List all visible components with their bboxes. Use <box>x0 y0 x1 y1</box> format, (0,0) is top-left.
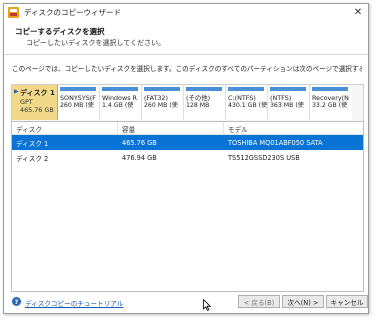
column-header-capacity[interactable]: 容量 <box>118 122 224 134</box>
table-row[interactable]: ディスク 1 465.76 GB TOSHIBA MQ01ABF050 SATA <box>12 135 363 150</box>
help-icon[interactable]: ? <box>12 297 21 306</box>
row-model: TOSHIBA MQ01ABF050 SATA <box>228 138 323 147</box>
row-model: TS512GSSD230S USB <box>228 153 300 162</box>
partition-size: 260 MB (使 <box>144 102 178 109</box>
back-button[interactable]: < 戻る(B) <box>238 295 280 308</box>
partition-size: 33.2 GB (使 <box>312 102 348 109</box>
cancel-button[interactable]: キャンセル <box>326 295 368 308</box>
wizard-footer: ? ディスクコピーのチュートリアル < 戻る(B) 次へ(N) > キャンセル <box>4 290 368 313</box>
partition-name: Recovery(N <box>312 94 349 102</box>
partition-size: 1.4 GB (使 <box>102 102 134 109</box>
disk-map-name: ディスク 1 <box>20 89 55 97</box>
page-subtitle: コピーしたいディスクを選択してください。 <box>26 39 166 47</box>
window-title: ディスクのコピーウィザード <box>24 8 121 17</box>
partition-name: Windows R <box>102 94 137 102</box>
partition-size: 260 MB (使 <box>60 102 94 109</box>
partition-usage-bar <box>60 87 96 91</box>
partition-block[interactable]: (その他) 128 MB <box>184 85 226 120</box>
partition-name: (その他) <box>186 94 211 102</box>
page-description: このページでは、コピーしたいディスクを選択します。このディスクのすべてのパーティ… <box>12 65 362 73</box>
mouse-cursor-icon <box>203 299 211 311</box>
wizard-window: ディスクのコピーウィザード ✕ コピーするディスクを選択 コピーしたいディスクを… <box>3 3 369 314</box>
partition-block[interactable]: (FAT32) 260 MB (使 <box>142 85 184 120</box>
app-icon <box>8 7 19 18</box>
row-disk: ディスク 1 <box>16 139 49 148</box>
disk-table: ディスク 容量 モデル ディスク 1 465.76 GB TOSHIBA MQ0… <box>11 121 364 292</box>
partition-size: 430.1 GB (使 <box>228 102 268 109</box>
table-row[interactable]: ディスク 2 476.94 GB TS512GSSD230S USB <box>12 150 363 165</box>
column-header-model[interactable]: モデル <box>224 122 363 134</box>
partition-block[interactable]: SONYSYS(F 260 MB (使 <box>58 85 100 120</box>
partition-block[interactable]: Windows R 1.4 GB (使 <box>100 85 142 120</box>
next-button[interactable]: 次へ(N) > <box>282 295 324 308</box>
partition-usage-bar <box>102 87 138 91</box>
row-capacity: 476.94 GB <box>122 153 157 162</box>
disk-arrow-icon: ▶ <box>14 88 19 95</box>
partition-usage-bar <box>228 87 264 91</box>
wizard-header: コピーするディスクを選択 コピーしたいディスクを選択してください。 <box>4 21 368 55</box>
disk-partition-map: ▶ ディスク 1 GPT 465.76 GB SONYSYS(F 260 MB … <box>11 84 364 123</box>
disk-map-type: GPT <box>20 98 33 106</box>
partition-block[interactable]: C:(NTFS) 430.1 GB (使 <box>226 85 268 120</box>
tutorial-link[interactable]: ディスクコピーのチュートリアル <box>25 298 123 308</box>
partition-usage-bar <box>270 87 306 91</box>
close-button[interactable]: ✕ <box>351 6 365 19</box>
disk-map-label[interactable]: ▶ ディスク 1 GPT 465.76 GB <box>12 85 58 120</box>
partition-name: (NTFS) <box>270 94 292 102</box>
title-bar: ディスクのコピーウィザード ✕ <box>4 4 368 21</box>
partition-name: C:(NTFS) <box>228 94 256 102</box>
partition-name: SONYSYS(F <box>60 94 96 102</box>
column-header-disk[interactable]: ディスク <box>12 122 118 134</box>
page-title: コピーするディスクを選択 <box>15 27 105 36</box>
partition-name: (FAT32) <box>144 94 168 102</box>
partition-usage-bar <box>186 87 222 91</box>
partition-size: 363 MB (使 <box>270 102 304 109</box>
partition-block[interactable]: (NTFS) 363 MB (使 <box>268 85 310 120</box>
row-disk: ディスク 2 <box>16 154 49 163</box>
partition-block[interactable]: Recovery(N 33.2 GB (使 <box>310 85 352 120</box>
close-icon: ✕ <box>353 7 363 18</box>
disk-map-size: 465.76 GB <box>20 106 54 114</box>
partition-size: 128 MB <box>186 102 210 109</box>
row-capacity: 465.76 GB <box>122 138 157 147</box>
table-header: ディスク 容量 モデル <box>12 122 363 135</box>
partition-usage-bar <box>144 87 180 91</box>
partition-usage-bar <box>312 87 348 91</box>
